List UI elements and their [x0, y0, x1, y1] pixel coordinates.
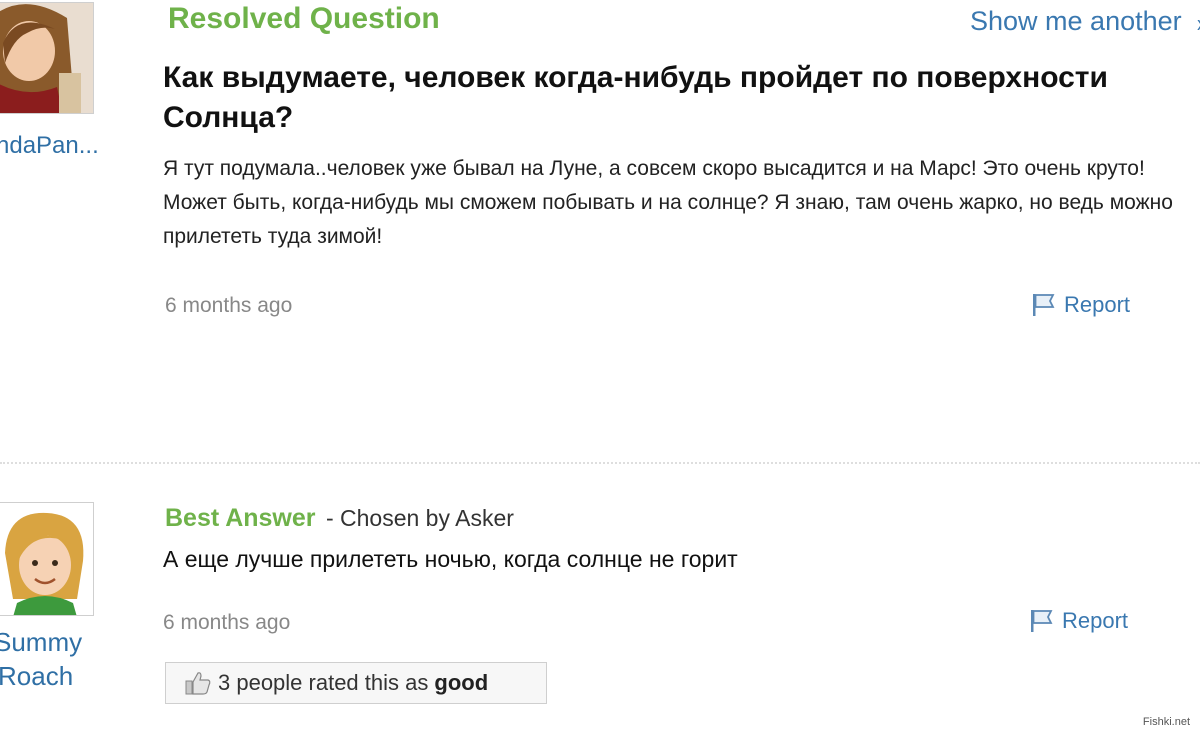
answerer-avatar[interactable]: [0, 502, 94, 616]
answerer-username-line2[interactable]: Roach: [0, 660, 73, 692]
question-body: Я тут подумала..человек уже бывал на Лун…: [163, 157, 1173, 248]
answer-report-label: Report: [1062, 608, 1129, 633]
rating-word: good: [434, 670, 489, 695]
show-another-label: Show me another: [970, 6, 1182, 36]
question-title: Как выдумаете, человек когда-нибудь прой…: [163, 61, 1108, 134]
answer-text: А еще лучше прилететь ночью, когда солнц…: [163, 546, 738, 572]
answerer-avatar-image: [0, 503, 93, 615]
question-timestamp: 6 months ago: [165, 294, 293, 317]
best-answer-header: Best Answer - Chosen by Asker: [165, 504, 514, 533]
answer-report-button[interactable]: Report: [1028, 608, 1128, 634]
rating-badge[interactable]: 3 people rated this as good: [165, 662, 547, 704]
show-another-link[interactable]: Show me another x: [970, 6, 1200, 37]
question-report-label: Report: [1064, 292, 1131, 317]
flag-icon: [1031, 610, 1053, 632]
section-divider: [0, 462, 1200, 464]
question-report-button[interactable]: Report: [1030, 292, 1130, 318]
best-answer-label: Best Answer: [165, 504, 316, 532]
asker-avatar-image: [0, 3, 93, 113]
thumbs-up-icon: [185, 672, 211, 695]
answer-timestamp: 6 months ago: [163, 611, 291, 634]
asker-avatar[interactable]: [0, 2, 94, 114]
flag-icon: [1033, 294, 1055, 316]
chosen-by-asker-label: - Chosen by Asker: [325, 505, 514, 531]
rating-text: 3 people rated this as: [218, 670, 429, 695]
answerer-username-line1[interactable]: Summy: [0, 626, 82, 658]
asker-username[interactable]: ndaPan...: [0, 130, 99, 162]
watermark: Fishki.net: [1142, 716, 1190, 728]
resolved-question-heading: Resolved Question: [168, 2, 440, 35]
